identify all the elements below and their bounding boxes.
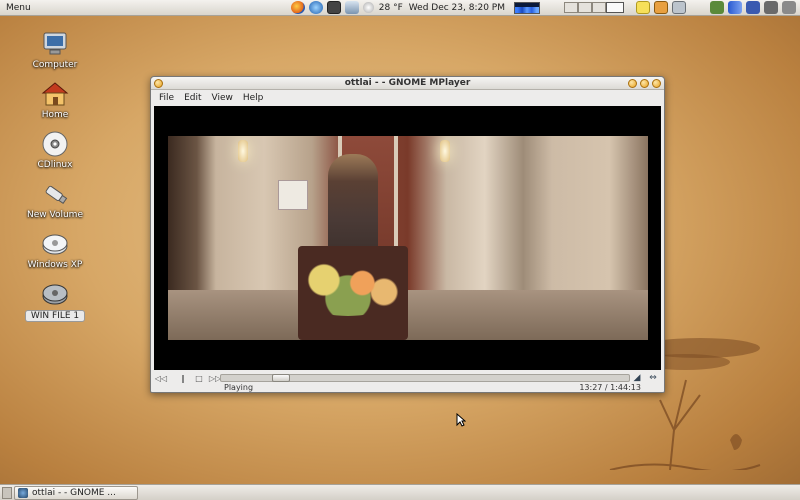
screenshot-icon[interactable]: [344, 1, 359, 14]
trash-icon[interactable]: [672, 1, 686, 14]
window-title: ottlai - - GNOME MPlayer: [344, 78, 471, 88]
playback-status: Playing: [224, 383, 254, 392]
video-area[interactable]: [154, 106, 661, 370]
menu-bar: File Edit View Help: [151, 90, 664, 105]
maximize-button[interactable]: [640, 79, 649, 88]
window-titlebar[interactable]: ottlai - - GNOME MPlayer: [151, 77, 664, 90]
desktop-icon-label: CDlinux: [37, 160, 73, 170]
desktop-icon-home[interactable]: Home: [25, 80, 85, 120]
seek-bar[interactable]: [220, 374, 630, 382]
usb-drive-icon: [40, 180, 70, 208]
weather-icon[interactable]: [362, 2, 374, 13]
status-bar: Playing 13:27 / 1:44:13: [154, 383, 661, 394]
desktop-icon-win-file-1[interactable]: WIN FILE 1: [25, 280, 85, 322]
mail-icon[interactable]: [654, 1, 668, 14]
desktop-icon-new-volume[interactable]: New Volume: [25, 180, 85, 220]
system-monitor[interactable]: [514, 1, 540, 14]
network-browser-icon[interactable]: [308, 1, 323, 14]
video-flowers: [288, 256, 408, 316]
mplayer-window: ottlai - - GNOME MPlayer File Edit View …: [150, 76, 665, 393]
mouse-cursor-icon: [456, 413, 466, 427]
weather-temperature[interactable]: 28 °F: [379, 3, 403, 13]
cd-icon: [40, 130, 70, 158]
fullscreen-icon[interactable]: ⇔: [646, 372, 660, 384]
clock[interactable]: Wed Dec 23, 8:20 PM: [409, 3, 505, 13]
workspace-1[interactable]: [564, 2, 578, 13]
video-floor: [168, 290, 648, 340]
hard-drive-icon: [40, 280, 70, 308]
pause-icon[interactable]: ‖: [176, 372, 190, 384]
home-icon: [40, 80, 70, 108]
firefox-icon[interactable]: [290, 1, 305, 14]
workspace-3[interactable]: [592, 2, 606, 13]
menu-help[interactable]: Help: [243, 93, 264, 103]
volume-icon[interactable]: [764, 1, 778, 14]
taskbar-item-label: ottlai - - GNOME ...: [32, 488, 116, 498]
workspace-2[interactable]: [578, 2, 592, 13]
video-sign: [278, 180, 308, 210]
video-lamp: [440, 140, 450, 162]
notes-icon[interactable]: [636, 1, 650, 14]
stop-icon[interactable]: □: [192, 372, 206, 384]
playback-time: 13:27 / 1:44:13: [579, 383, 641, 392]
rewind-icon[interactable]: ◁◁: [154, 372, 168, 384]
desktop-icon-cdlinux[interactable]: CDlinux: [25, 130, 85, 170]
menu-button[interactable]: Menu: [0, 3, 37, 13]
terminal-icon[interactable]: [326, 1, 341, 14]
signal-icon[interactable]: [728, 1, 742, 14]
taskbar-item-mplayer[interactable]: ottlai - - GNOME ...: [14, 486, 138, 500]
desktop-icon-computer[interactable]: Computer: [25, 30, 85, 70]
menu-edit[interactable]: Edit: [184, 93, 201, 103]
desktop-icon-label: Windows XP: [27, 260, 83, 270]
network-icon[interactable]: [782, 1, 796, 14]
menu-file[interactable]: File: [159, 93, 174, 103]
mplayer-icon: [18, 488, 28, 498]
seek-thumb[interactable]: [272, 374, 290, 382]
menu-view[interactable]: View: [212, 93, 233, 103]
bottom-panel: ottlai - - GNOME ...: [0, 484, 800, 500]
top-panel: Menu 28 °F Wed Dec 23, 8:20 PM: [0, 0, 800, 16]
desktop-icon-windows-xp[interactable]: Windows XP: [25, 230, 85, 270]
desktop-icon-label: New Volume: [27, 210, 83, 220]
hard-drive-icon: [40, 230, 70, 258]
video-lamp: [238, 140, 248, 162]
desktop-icon-label: WIN FILE 1: [25, 310, 85, 322]
bluetooth-icon[interactable]: [746, 1, 760, 14]
workspace-4[interactable]: [606, 2, 624, 13]
video-frame: [168, 136, 648, 340]
desktop-icon-label: Computer: [32, 60, 78, 70]
close-button[interactable]: [652, 79, 661, 88]
minimize-button[interactable]: [628, 79, 637, 88]
computer-icon: [40, 30, 70, 58]
update-icon[interactable]: [710, 1, 724, 14]
show-desktop-button[interactable]: [2, 487, 12, 499]
desktop-icon-label: Home: [41, 110, 69, 120]
